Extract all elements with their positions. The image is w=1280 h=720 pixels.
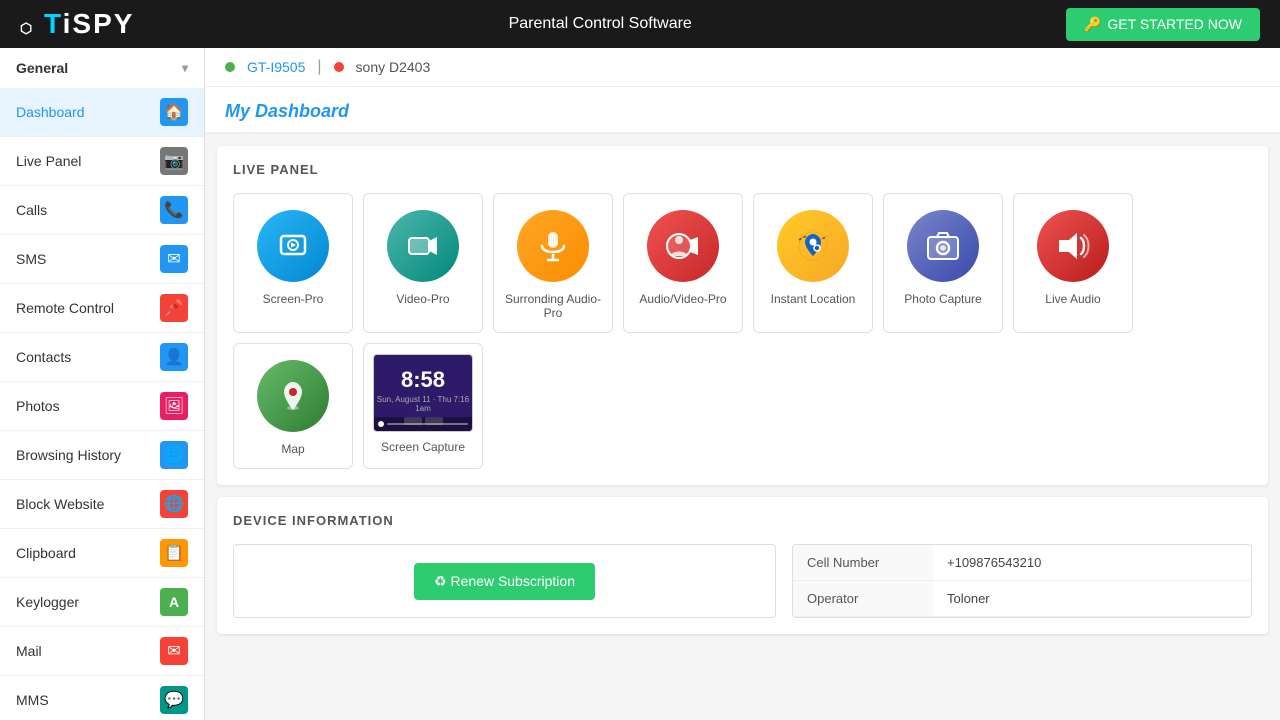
breadcrumb: GT-I9505 | sony D2403 (205, 48, 1280, 87)
instant-location-icon (777, 210, 849, 282)
operator-label: Operator (793, 581, 933, 617)
live-panel-map[interactable]: Map (233, 343, 353, 469)
cell-number-value: +109876543210 (933, 545, 1251, 581)
dashboard-icon: 🏠 (160, 98, 188, 126)
live-panel-photo-capture[interactable]: Photo Capture (883, 193, 1003, 333)
thumbnail-bar (374, 417, 472, 431)
mms-icon: 💬 (160, 686, 188, 714)
sidebar-item-contacts[interactable]: Contacts 👤 (0, 333, 204, 382)
device-info-title: DEVICE INFORMATION (233, 513, 1252, 528)
live-panel-section: LIVE PANEL Screen-Pro (217, 146, 1268, 485)
video-pro-label: Video-Pro (396, 292, 449, 306)
sidebar-item-dashboard[interactable]: Dashboard 🏠 (0, 88, 204, 137)
live-panel-grid: Screen-Pro Video-Pro (233, 193, 1252, 469)
device-info-grid: ♻ Renew Subscription Cell Number +109876… (233, 544, 1252, 618)
thumbnail-date: Sun, August 11 · Thu 7:16 1am (374, 395, 472, 413)
get-started-icon: 🔑 (1084, 16, 1101, 33)
sidebar-item-photos[interactable]: Photos 🖼 (0, 382, 204, 431)
sidebar-item-calls[interactable]: Calls 📞 (0, 186, 204, 235)
map-label: Map (281, 442, 304, 456)
audio-video-label: Audio/Video-Pro (639, 292, 726, 306)
remote-control-icon: 📌 (160, 294, 188, 322)
surrounding-audio-label: Surronding Audio-Pro (504, 292, 602, 320)
surrounding-audio-icon (517, 210, 589, 282)
device1-link[interactable]: GT-I9505 (247, 59, 305, 75)
device2-link[interactable]: sony D2403 (356, 59, 431, 75)
header-title: Parental Control Software (134, 15, 1066, 33)
sidebar-item-live-panel[interactable]: Live Panel 📷 (0, 137, 204, 186)
sidebar-general-section[interactable]: General ▾ (0, 48, 204, 88)
main-layout: General ▾ Dashboard 🏠 Live Panel 📷 Calls… (0, 48, 1280, 720)
sidebar-item-mms[interactable]: MMS 💬 (0, 676, 204, 720)
sidebar-item-clipboard[interactable]: Clipboard 📋 (0, 529, 204, 578)
live-panel-screen-pro[interactable]: Screen-Pro (233, 193, 353, 333)
screen-pro-label: Screen-Pro (263, 292, 324, 306)
sidebar-item-block-website[interactable]: Block Website 🌐 (0, 480, 204, 529)
dashboard-title: My Dashboard (225, 101, 1260, 122)
photo-capture-label: Photo Capture (904, 292, 981, 306)
screen-capture-thumbnail: 8:58 Sun, August 11 · Thu 7:16 1am (373, 354, 473, 432)
cell-number-label: Cell Number (793, 545, 933, 581)
live-panel-surrounding-audio[interactable]: Surronding Audio-Pro (493, 193, 613, 333)
live-panel-icon: 📷 (160, 147, 188, 175)
get-started-button[interactable]: 🔑 GET STARTED NOW (1066, 8, 1260, 41)
live-audio-label: Live Audio (1045, 292, 1100, 306)
device2-status-dot (334, 62, 344, 72)
sidebar-item-keylogger[interactable]: Keylogger A (0, 578, 204, 627)
table-row: Operator Toloner (793, 581, 1251, 617)
audio-video-icon (647, 210, 719, 282)
contacts-icon: 👤 (160, 343, 188, 371)
device-information-section: DEVICE INFORMATION ♻ Renew Subscription … (217, 497, 1268, 634)
sidebar-item-browsing-history[interactable]: Browsing History 🌐 (0, 431, 204, 480)
screen-capture-label: Screen Capture (381, 440, 465, 454)
device-info-table-container: Cell Number +109876543210 Operator Tolon… (792, 544, 1252, 618)
renew-label: Renew Subscription (450, 573, 575, 589)
table-row: Cell Number +109876543210 (793, 545, 1251, 581)
live-panel-video-pro[interactable]: Video-Pro (363, 193, 483, 333)
app-logo: ⬡ TiSPY (20, 8, 134, 40)
operator-value: Toloner (933, 581, 1251, 617)
sms-icon: ✉ (160, 245, 188, 273)
general-section-label: General (16, 60, 68, 76)
calls-icon: 📞 (160, 196, 188, 224)
renew-subscription-button[interactable]: ♻ Renew Subscription (414, 563, 595, 600)
browsing-history-icon: 🌐 (160, 441, 188, 469)
thumbnail-time: 8:58 (374, 355, 472, 393)
clipboard-icon: 📋 (160, 539, 188, 567)
photos-icon: 🖼 (160, 392, 188, 420)
live-panel-instant-location[interactable]: Instant Location (753, 193, 873, 333)
mail-icon: ✉ (160, 637, 188, 665)
breadcrumb-separator: | (317, 58, 321, 76)
sidebar: General ▾ Dashboard 🏠 Live Panel 📷 Calls… (0, 48, 205, 720)
sidebar-item-mail[interactable]: Mail ✉ (0, 627, 204, 676)
map-icon (257, 360, 329, 432)
sidebar-item-sms[interactable]: SMS ✉ (0, 235, 204, 284)
get-started-label: GET STARTED NOW (1107, 16, 1242, 32)
dashboard-title-bar: My Dashboard (205, 87, 1280, 134)
live-panel-live-audio[interactable]: Live Audio (1013, 193, 1133, 333)
screen-pro-icon (257, 210, 329, 282)
live-panel-audio-video[interactable]: Audio/Video-Pro (623, 193, 743, 333)
chevron-down-icon: ▾ (182, 61, 188, 75)
device-info-subscription: ♻ Renew Subscription (233, 544, 776, 618)
device1-status-dot (225, 62, 235, 72)
live-panel-screen-capture[interactable]: 8:58 Sun, August 11 · Thu 7:16 1am Scree… (363, 343, 483, 469)
instant-location-label: Instant Location (771, 292, 856, 306)
live-audio-icon (1037, 210, 1109, 282)
live-panel-title: LIVE PANEL (233, 162, 1252, 177)
device-info-table: Cell Number +109876543210 Operator Tolon… (793, 545, 1251, 617)
app-header: ⬡ TiSPY Parental Control Software 🔑 GET … (0, 0, 1280, 48)
sidebar-item-remote-control[interactable]: Remote Control 📌 (0, 284, 204, 333)
keylogger-icon: A (160, 588, 188, 616)
renew-icon: ♻ (434, 573, 447, 589)
content-area: GT-I9505 | sony D2403 My Dashboard LIVE … (205, 48, 1280, 720)
video-pro-icon (387, 210, 459, 282)
photo-capture-icon (907, 210, 979, 282)
block-website-icon: 🌐 (160, 490, 188, 518)
